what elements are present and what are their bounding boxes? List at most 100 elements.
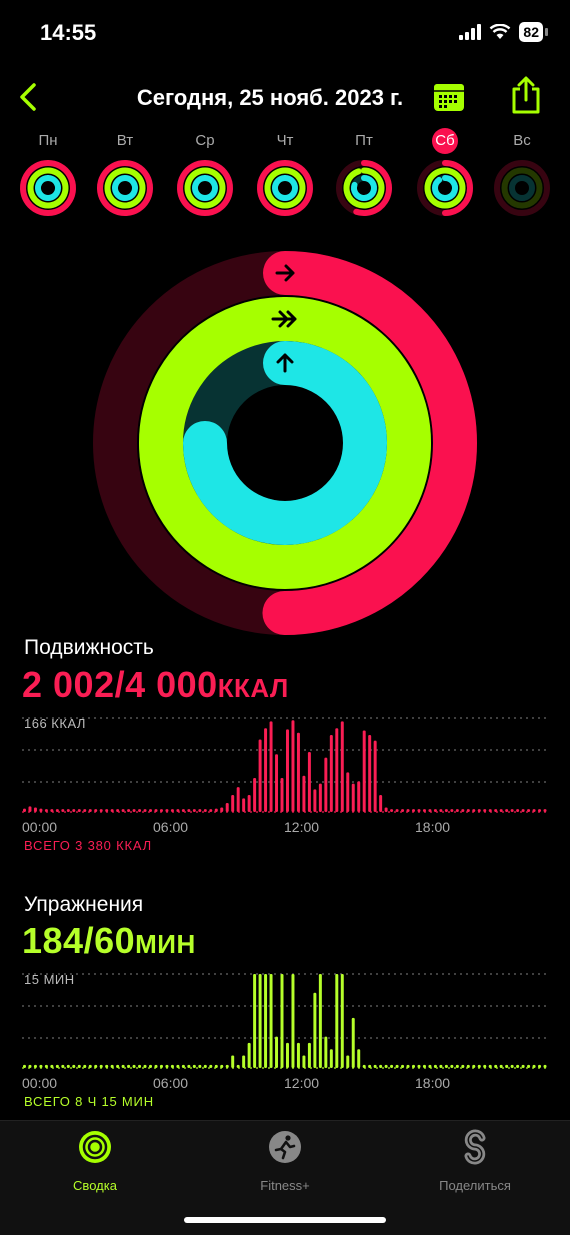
move-chart-bar — [373, 740, 377, 812]
exercise-title: Упражнения — [24, 893, 144, 916]
move-chart-bar — [346, 772, 350, 812]
move-chart-bar — [433, 809, 437, 812]
move-chart-bar — [121, 809, 125, 812]
exercise-chart-bar — [247, 1042, 251, 1068]
exercise-chart-bar — [313, 992, 317, 1068]
exercise-value-line: 184/60МИН — [22, 920, 196, 962]
move-chart-bar — [444, 809, 448, 812]
exercise-chart-bar — [379, 1064, 383, 1068]
exercise-chart-bar — [159, 1064, 163, 1068]
move-chart-bar — [236, 787, 240, 812]
move-chart-bar — [362, 730, 366, 812]
move-chart-bar — [516, 809, 520, 812]
move-chart-bar — [505, 809, 509, 812]
exercise-chart-bar — [61, 1064, 65, 1068]
fitness-plus-icon — [269, 1131, 301, 1163]
exercise-chart-bar — [494, 1064, 498, 1068]
exercise-chart-bar — [351, 1017, 355, 1068]
exercise-chart-bar — [291, 974, 295, 1068]
exercise-chart-bar — [187, 1064, 191, 1068]
page-title: Сегодня, 25 нояб. 2023 г. — [136, 85, 404, 110]
exercise-chart-bar — [209, 1064, 213, 1068]
day-label: Вс — [513, 132, 531, 149]
move-chart-bar — [44, 809, 48, 812]
day-1[interactable]: Вт — [95, 128, 155, 223]
move-chart-plot — [22, 717, 548, 813]
status-time: 14:55 — [40, 20, 97, 45]
move-chart-bar — [23, 808, 26, 812]
exercise-chart-bar — [39, 1064, 43, 1068]
status-bar: 14:55 82 — [0, 0, 570, 70]
exercise-x-tick: 00:00 — [22, 1075, 58, 1091]
exercise-chart: 15 МИН — [22, 972, 548, 1082]
move-chart-bar — [379, 795, 383, 812]
move-chart-bar — [127, 809, 131, 812]
move-chart-bar — [116, 809, 120, 812]
day-2[interactable]: Ср — [175, 128, 235, 223]
exercise-chart-bar — [417, 1064, 421, 1068]
calendar-icon[interactable] — [432, 81, 466, 113]
move-chart-bar — [83, 809, 87, 812]
exercise-chart-bar — [428, 1064, 432, 1068]
tab-fitness-plus[interactable]: Fitness+ — [210, 1129, 360, 1193]
move-chart-bar — [455, 809, 459, 812]
move-chart-bar — [181, 809, 185, 812]
tab-sharing[interactable]: Поделиться — [400, 1129, 550, 1193]
move-chart-bar — [143, 809, 147, 812]
move-chart-bar — [527, 809, 531, 812]
day-4[interactable]: Пт — [334, 128, 394, 223]
share-icon[interactable] — [508, 75, 544, 115]
exercise-chart-bar — [264, 974, 268, 1068]
day-5[interactable]: Сб — [415, 128, 475, 223]
move-chart-bar — [149, 809, 152, 812]
exercise-chart-bar — [461, 1064, 465, 1068]
day-stand-ring-track — [509, 175, 535, 201]
move-chart-bar — [318, 783, 322, 812]
move-chart-bar — [450, 809, 454, 812]
exercise-chart-bar — [505, 1064, 509, 1068]
move-chart-bar — [269, 721, 273, 812]
exercise-chart-bar — [198, 1064, 202, 1068]
activity-rings — [93, 251, 478, 635]
exercise-chart-bar — [77, 1064, 81, 1068]
exercise-chart-bar — [538, 1064, 542, 1068]
day-6[interactable]: Вс — [492, 128, 552, 223]
day-rings — [20, 160, 76, 216]
day-label: Сб — [432, 128, 458, 154]
move-chart-bar — [532, 809, 536, 812]
move-chart-bar — [170, 809, 174, 812]
tab-summary[interactable]: Сводка — [20, 1129, 170, 1193]
move-chart-bar — [33, 807, 37, 812]
exercise-chart-bar — [275, 1036, 279, 1068]
move-chart-bar — [253, 778, 257, 812]
move-chart-bar — [88, 809, 92, 812]
move-chart-bar — [324, 757, 328, 812]
move-x-tick: 18:00 — [415, 819, 451, 835]
exercise-chart-bar — [55, 1064, 59, 1068]
day-rings — [97, 160, 153, 216]
exercise-chart-bar — [444, 1064, 448, 1068]
move-chart-bar — [132, 809, 136, 812]
week-strip: Пн Вт Ср Чт Пт Сб Вс — [0, 128, 570, 228]
exercise-chart-bar — [231, 1055, 235, 1068]
exercise-chart-bar — [105, 1064, 109, 1068]
move-chart-bar — [94, 809, 98, 812]
move-chart-bar — [417, 809, 421, 812]
move-chart-bar — [61, 809, 65, 812]
exercise-chart-bar — [433, 1064, 437, 1068]
day-0[interactable]: Пн — [18, 128, 78, 223]
move-chart-bar — [296, 732, 300, 812]
move-chart-bar — [428, 809, 432, 812]
exercise-chart-bar — [439, 1064, 443, 1068]
move-chart-bar — [242, 798, 246, 812]
move-chart-bar — [390, 809, 394, 812]
day-3[interactable]: Чт — [255, 128, 315, 223]
exercise-chart-bar — [99, 1064, 103, 1068]
battery-level: 82 — [519, 22, 543, 42]
status-icons: 82 — [459, 22, 548, 42]
exercise-chart-bar — [472, 1064, 476, 1068]
exercise-chart-max-label: 15 МИН — [24, 972, 75, 987]
move-chart-bar — [72, 809, 76, 812]
move-x-tick: 12:00 — [284, 819, 320, 835]
exercise-chart-bar — [269, 974, 273, 1068]
